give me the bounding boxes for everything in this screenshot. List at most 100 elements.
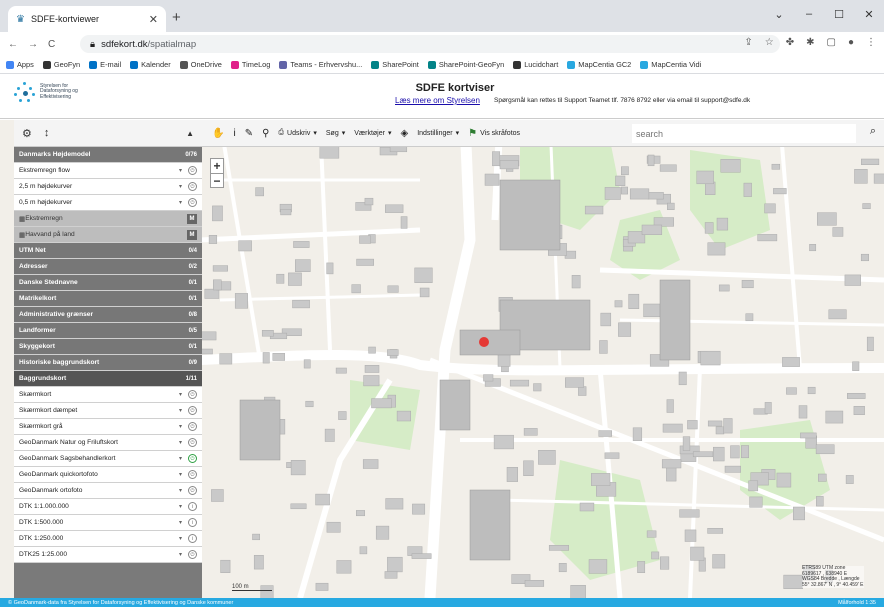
layer-item[interactable]: DTK25 1:25.000 ▾ ⏻ [14, 547, 202, 563]
layer-dropdown-icon[interactable]: ▾ [179, 471, 182, 478]
layer-group[interactable]: Danmarks Højdemodel 0/76 [14, 147, 202, 163]
layer-group[interactable]: UTM Net 0/4 [14, 243, 202, 259]
layer-item[interactable]: Skærmkort dæmpet ▾ ⏻ [14, 403, 202, 419]
chevron-down-icon[interactable]: ⌄ [764, 0, 794, 28]
power-toggle-icon[interactable]: ⏻ [188, 406, 197, 415]
search-input[interactable] [632, 124, 856, 143]
layer-dropdown-icon[interactable]: ▾ [179, 199, 182, 206]
profile-icon[interactable]: ● [848, 37, 854, 48]
map-marker[interactable] [479, 337, 489, 347]
layer-item[interactable]: Ekstremregn flow ▾ ⏻ [14, 163, 202, 179]
power-toggle-icon[interactable]: ⏻ [188, 390, 197, 399]
power-toggle-icon[interactable]: ⏻ [188, 198, 197, 207]
power-toggle-icon[interactable]: ⏻ [188, 470, 197, 479]
bookmark-item[interactable]: Lucidchart [513, 60, 558, 69]
layer-dropdown-icon[interactable]: ▾ [179, 503, 182, 510]
measure-icon[interactable]: ⚲ [262, 128, 269, 139]
pencil-icon[interactable]: ✎ [245, 128, 253, 139]
layer-item[interactable]: DTK 1:1.000.000 ▾ i [14, 499, 202, 515]
back-icon[interactable]: ← [8, 39, 18, 50]
layer-item[interactable]: ▦ Havvand på land M [14, 227, 202, 243]
sidepanel-icon[interactable]: ▢ [827, 37, 836, 48]
layer-dropdown-icon[interactable]: ▾ [179, 535, 182, 542]
layer-dropdown-icon[interactable]: ▾ [179, 551, 182, 558]
layer-item[interactable]: DTK 1:500.000 ▾ i [14, 515, 202, 531]
layer-dropdown-icon[interactable]: ▾ [179, 183, 182, 190]
about-link[interactable]: Læs mere om Styrelsen [395, 96, 480, 105]
new-tab-button[interactable]: + [172, 9, 181, 26]
m-badge[interactable]: M [187, 229, 197, 240]
oblique-photos-button[interactable]: ⚑ Vis skråfotos [468, 128, 520, 139]
pan-icon[interactable]: ✋ [212, 128, 224, 139]
bookmark-item[interactable]: OneDrive [179, 60, 222, 69]
star-icon[interactable]: ☆ [765, 37, 774, 48]
settings-menu[interactable]: Indstillinger ▾ [417, 129, 459, 138]
address-bar[interactable]: 🔒︎ sdfekort.dk/spatialmap [80, 35, 780, 53]
layer-item[interactable]: Skærmkort grå ▾ ⏻ [14, 419, 202, 435]
bookmark-item[interactable]: MapCentia Vidi [640, 60, 701, 69]
bookmark-item[interactable]: GeoFyn [42, 60, 80, 69]
collapse-icon[interactable]: ▲ [186, 129, 194, 138]
layer-group[interactable]: Matrikelkort 0/1 [14, 291, 202, 307]
layer-item[interactable]: 2,5 m højdekurver ▾ ⏻ [14, 179, 202, 195]
layer-group[interactable]: Adresser 0/2 [14, 259, 202, 275]
print-menu[interactable]: ⎙ Udskriv ▾ [278, 129, 316, 137]
layer-group[interactable]: Landformer 0/5 [14, 323, 202, 339]
sdfe-logo[interactable]: Styrelsen for Dataforsyning og Effektivi… [14, 81, 78, 103]
gear-icon[interactable]: ⚙ [22, 127, 32, 140]
power-toggle-icon[interactable]: ⏻ [188, 438, 197, 447]
zoom-in-button[interactable]: + [211, 159, 223, 173]
close-tab-icon[interactable]: ✕ [149, 13, 158, 26]
power-toggle-icon[interactable]: ⏻ [188, 454, 197, 463]
layer-group[interactable]: Baggrundskort 1/11 [14, 371, 202, 387]
power-toggle-icon[interactable]: ⏻ [188, 166, 197, 175]
zoom-out-button[interactable]: − [211, 173, 223, 188]
layer-item[interactable]: 0,5 m højdekurver ▾ ⏻ [14, 195, 202, 211]
search-menu[interactable]: Søg ▾ [326, 129, 345, 138]
layer-item[interactable]: GeoDanmark quickortofoto ▾ ⏻ [14, 467, 202, 483]
layer-dropdown-icon[interactable]: ▾ [179, 407, 182, 414]
layer-group[interactable]: Administrative grænser 0/8 [14, 307, 202, 323]
layer-dropdown-icon[interactable]: ▾ [179, 391, 182, 398]
info-toggle-icon[interactable]: i [188, 534, 197, 543]
bookmark-item[interactable]: SharePoint [371, 60, 419, 69]
sort-icon[interactable]: ↕ [44, 127, 50, 139]
bookmark-item[interactable]: Teams - Erhvervshu... [279, 60, 362, 69]
close-window-button[interactable]: ✕ [854, 0, 884, 28]
menu-icon[interactable]: ⋮ [866, 37, 876, 48]
bookmark-item[interactable]: TimeLog [230, 60, 270, 69]
reload-icon[interactable]: C [48, 39, 55, 50]
info-toggle-icon[interactable]: i [188, 518, 197, 527]
info-toggle-icon[interactable]: i [188, 502, 197, 511]
m-badge[interactable]: M [187, 213, 197, 224]
tools-menu[interactable]: Værktøjer ▾ [354, 129, 391, 138]
layer-dropdown-icon[interactable]: ▾ [179, 455, 182, 462]
locate-icon[interactable]: ◈ [400, 128, 408, 139]
share-icon[interactable]: ⇪ [744, 37, 752, 48]
bookmark-item[interactable]: MapCentia GC2 [567, 60, 631, 69]
bookmark-item[interactable]: SharePoint-GeoFyn [427, 60, 504, 69]
bookmark-item[interactable]: Kalender [130, 60, 171, 69]
puzzle-icon[interactable]: ✱ [806, 37, 814, 48]
bookmark-item[interactable]: Apps [6, 60, 34, 69]
layer-item[interactable]: GeoDanmark Natur og Friluftskort ▾ ⏻ [14, 435, 202, 451]
info-icon[interactable]: i [233, 128, 235, 139]
layer-dropdown-icon[interactable]: ▾ [179, 519, 182, 526]
layer-item[interactable]: Skærmkort ▾ ⏻ [14, 387, 202, 403]
bookmark-item[interactable]: E-mail [89, 60, 121, 69]
layer-group[interactable]: Skyggekort 0/1 [14, 339, 202, 355]
layer-dropdown-icon[interactable]: ▾ [179, 487, 182, 494]
forward-icon[interactable]: → [28, 39, 38, 50]
power-toggle-icon[interactable]: ⏻ [188, 550, 197, 559]
layer-item[interactable]: ▦ Ekstremregn M [14, 211, 202, 227]
layer-item[interactable]: GeoDanmark Sagsbehandlerkort ▾ ⏻ [14, 451, 202, 467]
browser-tab[interactable]: ♛ SDFE-kortviewer ✕ [8, 6, 166, 32]
layer-dropdown-icon[interactable]: ▾ [179, 167, 182, 174]
restore-button[interactable]: ☐ [824, 0, 854, 28]
power-toggle-icon[interactable]: ⏻ [188, 422, 197, 431]
power-toggle-icon[interactable]: ⏻ [188, 182, 197, 191]
layer-group[interactable]: Historiske baggrundskort 0/9 [14, 355, 202, 371]
layer-item[interactable]: DTK 1:250.000 ▾ i [14, 531, 202, 547]
layer-dropdown-icon[interactable]: ▾ [179, 423, 182, 430]
extensions-icon[interactable]: ✤ [786, 37, 794, 48]
